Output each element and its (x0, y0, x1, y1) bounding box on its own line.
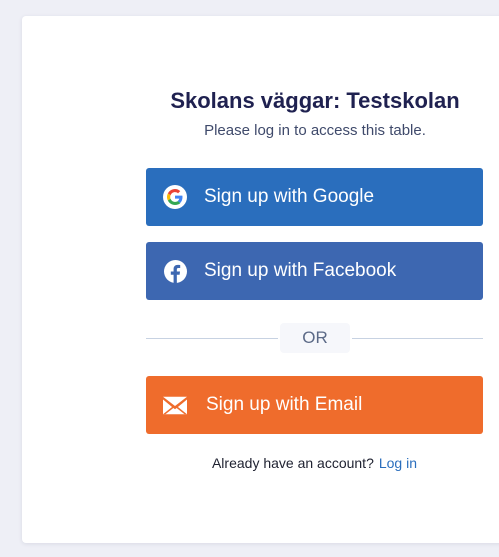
divider-line-right (352, 338, 483, 339)
login-prompt-text: Already have an account? (211, 455, 374, 471)
page-title: Skolans väggar: Testskolan (170, 88, 460, 113)
facebook-signup-label: Sign up with Facebook (204, 260, 397, 281)
or-divider: OR (280, 323, 350, 353)
divider-line-left (146, 338, 278, 339)
envelope-icon (163, 393, 187, 417)
login-link[interactable]: Log in (379, 455, 417, 471)
login-prompt: Already have an account? Log in (146, 455, 483, 471)
google-signup-button[interactable]: Sign up with Google (146, 168, 483, 226)
page-subtitle: Please log in to access this table. (204, 122, 426, 139)
google-signup-label: Sign up with Google (204, 186, 375, 207)
email-signup-label: Sign up with Email (206, 394, 363, 415)
google-icon (163, 185, 187, 209)
facebook-icon (163, 259, 187, 283)
facebook-signup-button[interactable]: Sign up with Facebook (146, 242, 483, 300)
email-signup-button[interactable]: Sign up with Email (146, 376, 483, 434)
